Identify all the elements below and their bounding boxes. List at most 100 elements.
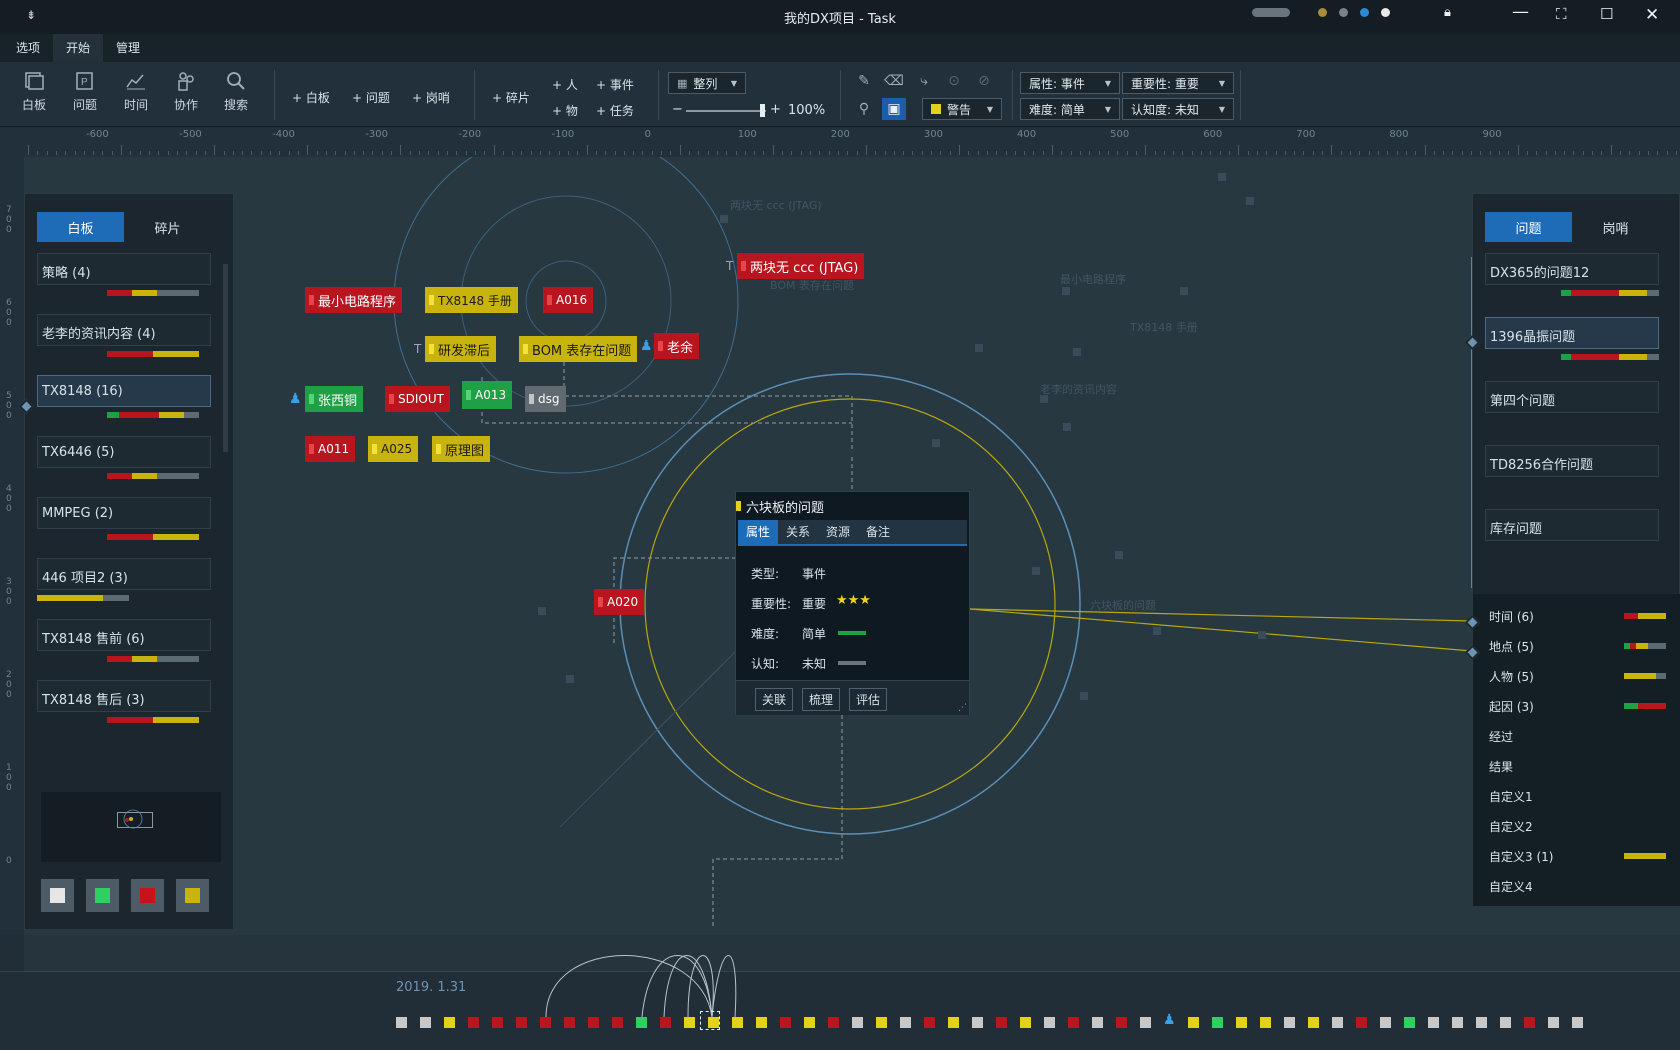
popup-tab-notes[interactable]: 备注 (858, 520, 898, 544)
add-task-button[interactable]: + 任务 (596, 102, 634, 119)
node-tag[interactable]: T 研发滞后 (414, 336, 497, 362)
pen-tool-icon[interactable]: ✎ (852, 70, 876, 92)
timeline-event-marker[interactable] (1356, 1017, 1367, 1028)
minimap[interactable] (41, 792, 221, 862)
timeline-event-marker[interactable] (972, 1017, 983, 1028)
tab-issues[interactable]: 问题 (1485, 212, 1572, 242)
node-tag[interactable]: 最小电路程序 (305, 287, 403, 313)
color-swatch-button[interactable] (86, 879, 119, 912)
node-tag[interactable]: BOM 表存在问题 (519, 336, 638, 362)
timeline-event-marker[interactable] (1332, 1017, 1343, 1028)
timeline-event-marker[interactable] (1116, 1017, 1127, 1028)
timeline-event-marker[interactable] (804, 1017, 815, 1028)
issue-list-item[interactable]: TD8256合作问题 (1485, 445, 1659, 477)
node-tag[interactable]: TX8148 手册 (425, 287, 518, 313)
timeline-event-marker[interactable] (1044, 1017, 1055, 1028)
timeline-event-marker[interactable] (564, 1017, 575, 1028)
node-tag[interactable]: dsg (525, 386, 566, 412)
timeline-event-marker[interactable] (1140, 1017, 1151, 1028)
timeline-event-marker[interactable] (1380, 1017, 1391, 1028)
timeline-event-marker[interactable] (1020, 1017, 1031, 1028)
node-tag[interactable]: SDIOUT (385, 386, 450, 412)
link-button[interactable]: 关联 (755, 688, 794, 711)
dimension-item[interactable]: 自定义2 (1489, 818, 1533, 835)
eraser-icon[interactable]: ⌫ (882, 70, 906, 92)
timeline-event-marker[interactable] (948, 1017, 959, 1028)
menu-start[interactable]: 开始 (53, 34, 104, 62)
filter-importance-dropdown[interactable]: 重要性: 重要 ▼ (1122, 72, 1234, 94)
scrollbar[interactable] (223, 264, 228, 452)
close-icon[interactable]: ✕ (1645, 5, 1659, 25)
dimension-item[interactable]: 地点 (5) (1489, 638, 1534, 655)
zoom-slider[interactable] (686, 110, 766, 112)
minimize-icon[interactable]: — (1512, 2, 1529, 22)
timeline-event-marker[interactable] (1212, 1017, 1223, 1028)
timeline-event-marker[interactable] (1260, 1017, 1271, 1028)
timeline-event-marker[interactable] (1188, 1017, 1199, 1028)
filter-difficulty-dropdown[interactable]: 难度: 简单 ▼ (1020, 98, 1120, 120)
add-fragment-button[interactable]: + 碎片 (492, 89, 530, 106)
dimension-item[interactable]: 人物 (5) (1489, 668, 1534, 685)
organize-button[interactable]: 梳理 (802, 688, 841, 711)
timeline-event-marker[interactable] (612, 1017, 623, 1028)
time-view-button[interactable]: 时间 (124, 70, 148, 113)
collab-view-button[interactable]: 协作 (174, 70, 198, 113)
alert-dropdown[interactable]: 警告 ▼ (922, 98, 1002, 120)
add-issue-button[interactable]: + 问题 (352, 89, 390, 106)
add-sentry-button[interactable]: + 岗哨 (412, 89, 450, 106)
node-tag[interactable]: ♟ 张西铜 (289, 386, 364, 412)
timeline-event-marker[interactable] (732, 1017, 743, 1028)
timeline-event-marker[interactable] (780, 1017, 791, 1028)
issue-view-button[interactable]: P 问题 (73, 70, 97, 113)
timeline-event-marker[interactable] (444, 1017, 455, 1028)
whiteboard-list-item[interactable]: TX8148 售前 (6) (37, 619, 211, 651)
tab-whiteboard[interactable]: 白板 (37, 212, 124, 242)
node-tag[interactable]: ♟ 老余 (640, 333, 700, 359)
node-tag[interactable]: A013 (462, 381, 513, 409)
node-tag[interactable]: A025 (368, 436, 419, 462)
color-swatch-button[interactable] (176, 879, 209, 912)
issue-list-item[interactable]: 库存问题 (1485, 509, 1659, 541)
filter-awareness-dropdown[interactable]: 认知度: 未知 ▼ (1122, 98, 1234, 120)
popup-tab-resources[interactable]: 资源 (818, 520, 858, 544)
node-tag[interactable]: T 两块无 ccc (JTAG) (726, 253, 865, 279)
timeline-event-marker[interactable] (420, 1017, 431, 1028)
menu-manage[interactable]: 管理 (103, 34, 153, 62)
issue-list-item[interactable]: DX365的问题12 (1485, 253, 1659, 285)
node-tag[interactable]: 原理图 (432, 436, 491, 462)
evaluate-button[interactable]: 评估 (849, 688, 888, 711)
timeline-event-marker[interactable] (1452, 1017, 1463, 1028)
timeline-event-marker[interactable] (1572, 1017, 1583, 1028)
timeline-event-marker[interactable] (516, 1017, 527, 1028)
timeline[interactable]: 2019. 1.31 (0, 935, 1680, 1050)
node-tag[interactable]: A011 (305, 436, 356, 462)
issue-list-item[interactable]: 1396晶振问题 (1485, 317, 1659, 349)
add-object-button[interactable]: + 物 (552, 102, 578, 119)
color-swatch-button[interactable] (131, 879, 164, 912)
tab-fragments[interactable]: 碎片 (124, 212, 211, 242)
timeline-event-marker[interactable] (996, 1017, 1007, 1028)
timeline-event-marker[interactable] (396, 1017, 407, 1028)
whiteboard-view-button[interactable]: 白板 (22, 70, 46, 113)
collapse-icon[interactable]: ⇟ (26, 8, 36, 22)
color-swatch-button[interactable] (41, 879, 74, 912)
timeline-event-marker[interactable] (1068, 1017, 1079, 1028)
timeline-event-marker[interactable] (1308, 1017, 1319, 1028)
zoom-slider-handle[interactable] (760, 104, 765, 117)
whiteboard-list-item[interactable]: 老李的资讯内容 (4) (37, 314, 211, 346)
whiteboard-list-item[interactable]: 策略 (4) (37, 253, 211, 285)
timeline-event-marker[interactable] (756, 1017, 767, 1028)
timeline-event-marker[interactable] (924, 1017, 935, 1028)
timeline-event-marker[interactable] (1524, 1017, 1535, 1028)
resize-grip-icon[interactable]: ⋰ (958, 703, 967, 713)
timeline-event-marker[interactable] (492, 1017, 503, 1028)
maximize-icon[interactable]: ☐ (1600, 5, 1613, 23)
dimension-item[interactable]: 自定义3 (1) (1489, 848, 1553, 865)
timeline-event-marker[interactable] (1404, 1017, 1415, 1028)
add-whiteboard-button[interactable]: + 白板 (292, 89, 330, 106)
timeline-event-marker[interactable] (1476, 1017, 1487, 1028)
lock-icon[interactable]: 🔒︎ (1444, 5, 1451, 20)
node-tag[interactable]: A020 (594, 589, 645, 615)
dimension-item[interactable]: 起因 (3) (1489, 698, 1534, 715)
pin-icon[interactable]: ⚲ (852, 98, 876, 120)
